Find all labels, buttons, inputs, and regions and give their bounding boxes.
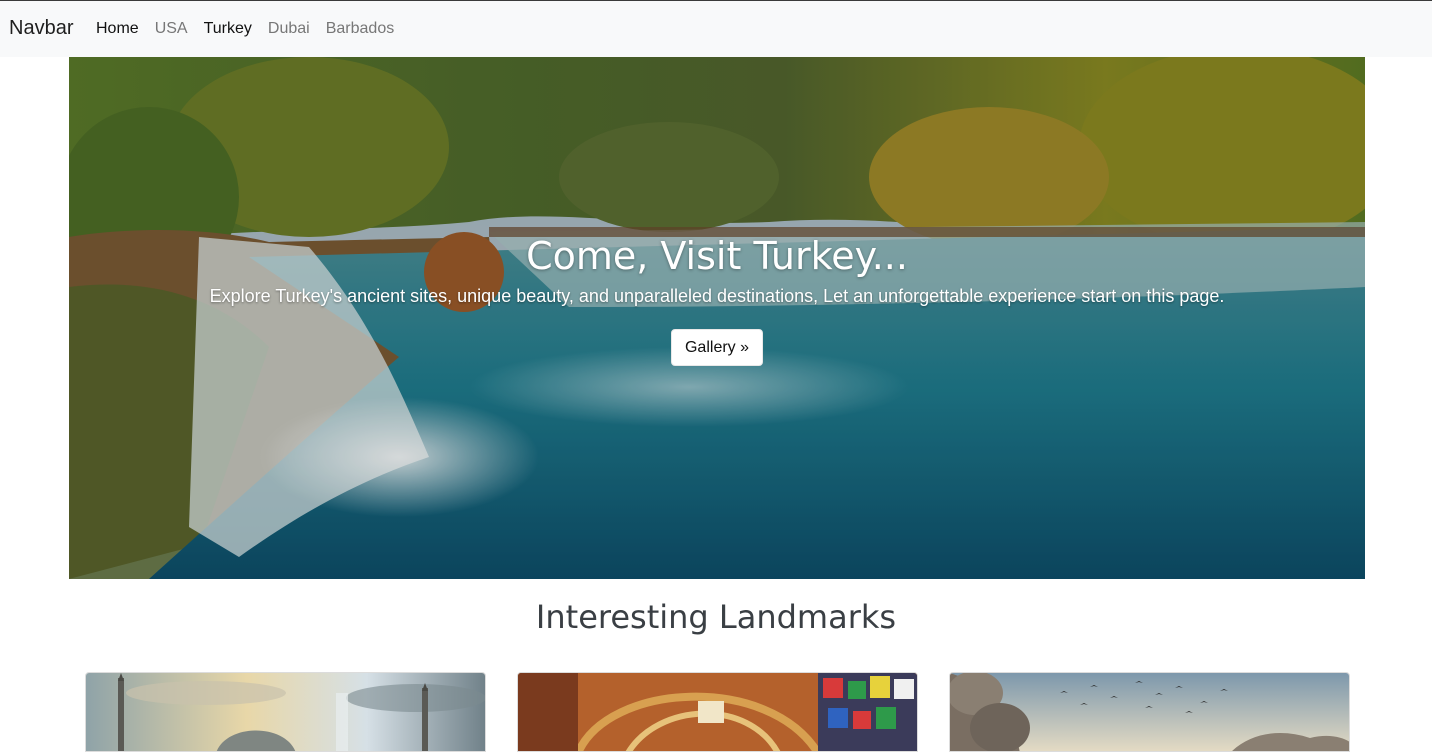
nav-link-dubai[interactable]: Dubai xyxy=(268,19,310,39)
landmark-card-bazaar[interactable] xyxy=(517,672,918,752)
navbar: Navbar Home USA Turkey Dubai Barbados xyxy=(0,1,1432,57)
hero-subtitle: Explore Turkey's ancient sites, unique b… xyxy=(209,286,1225,306)
mosque-image xyxy=(86,673,485,751)
nav-links: Home USA Turkey Dubai Barbados xyxy=(96,19,410,39)
hero-banner: Come, Visit Turkey... Explore Turkey's a… xyxy=(69,57,1365,579)
landmark-card-rocks[interactable] xyxy=(949,672,1350,752)
landmark-card-mosque[interactable] xyxy=(85,672,486,752)
nav-link-home[interactable]: Home xyxy=(96,19,139,39)
hero-title: Come, Visit Turkey... xyxy=(526,234,908,278)
nav-link-usa[interactable]: USA xyxy=(155,19,188,39)
waterfall-background-image xyxy=(69,57,1365,579)
navbar-brand[interactable]: Navbar xyxy=(9,16,73,40)
nav-link-turkey[interactable]: Turkey xyxy=(204,19,252,39)
landmarks-heading: Interesting Landmarks xyxy=(535,598,897,636)
gallery-button[interactable]: Gallery » xyxy=(671,329,763,366)
rocks-image xyxy=(950,673,1349,751)
nav-link-barbados[interactable]: Barbados xyxy=(326,19,395,39)
bazaar-image xyxy=(518,673,917,751)
